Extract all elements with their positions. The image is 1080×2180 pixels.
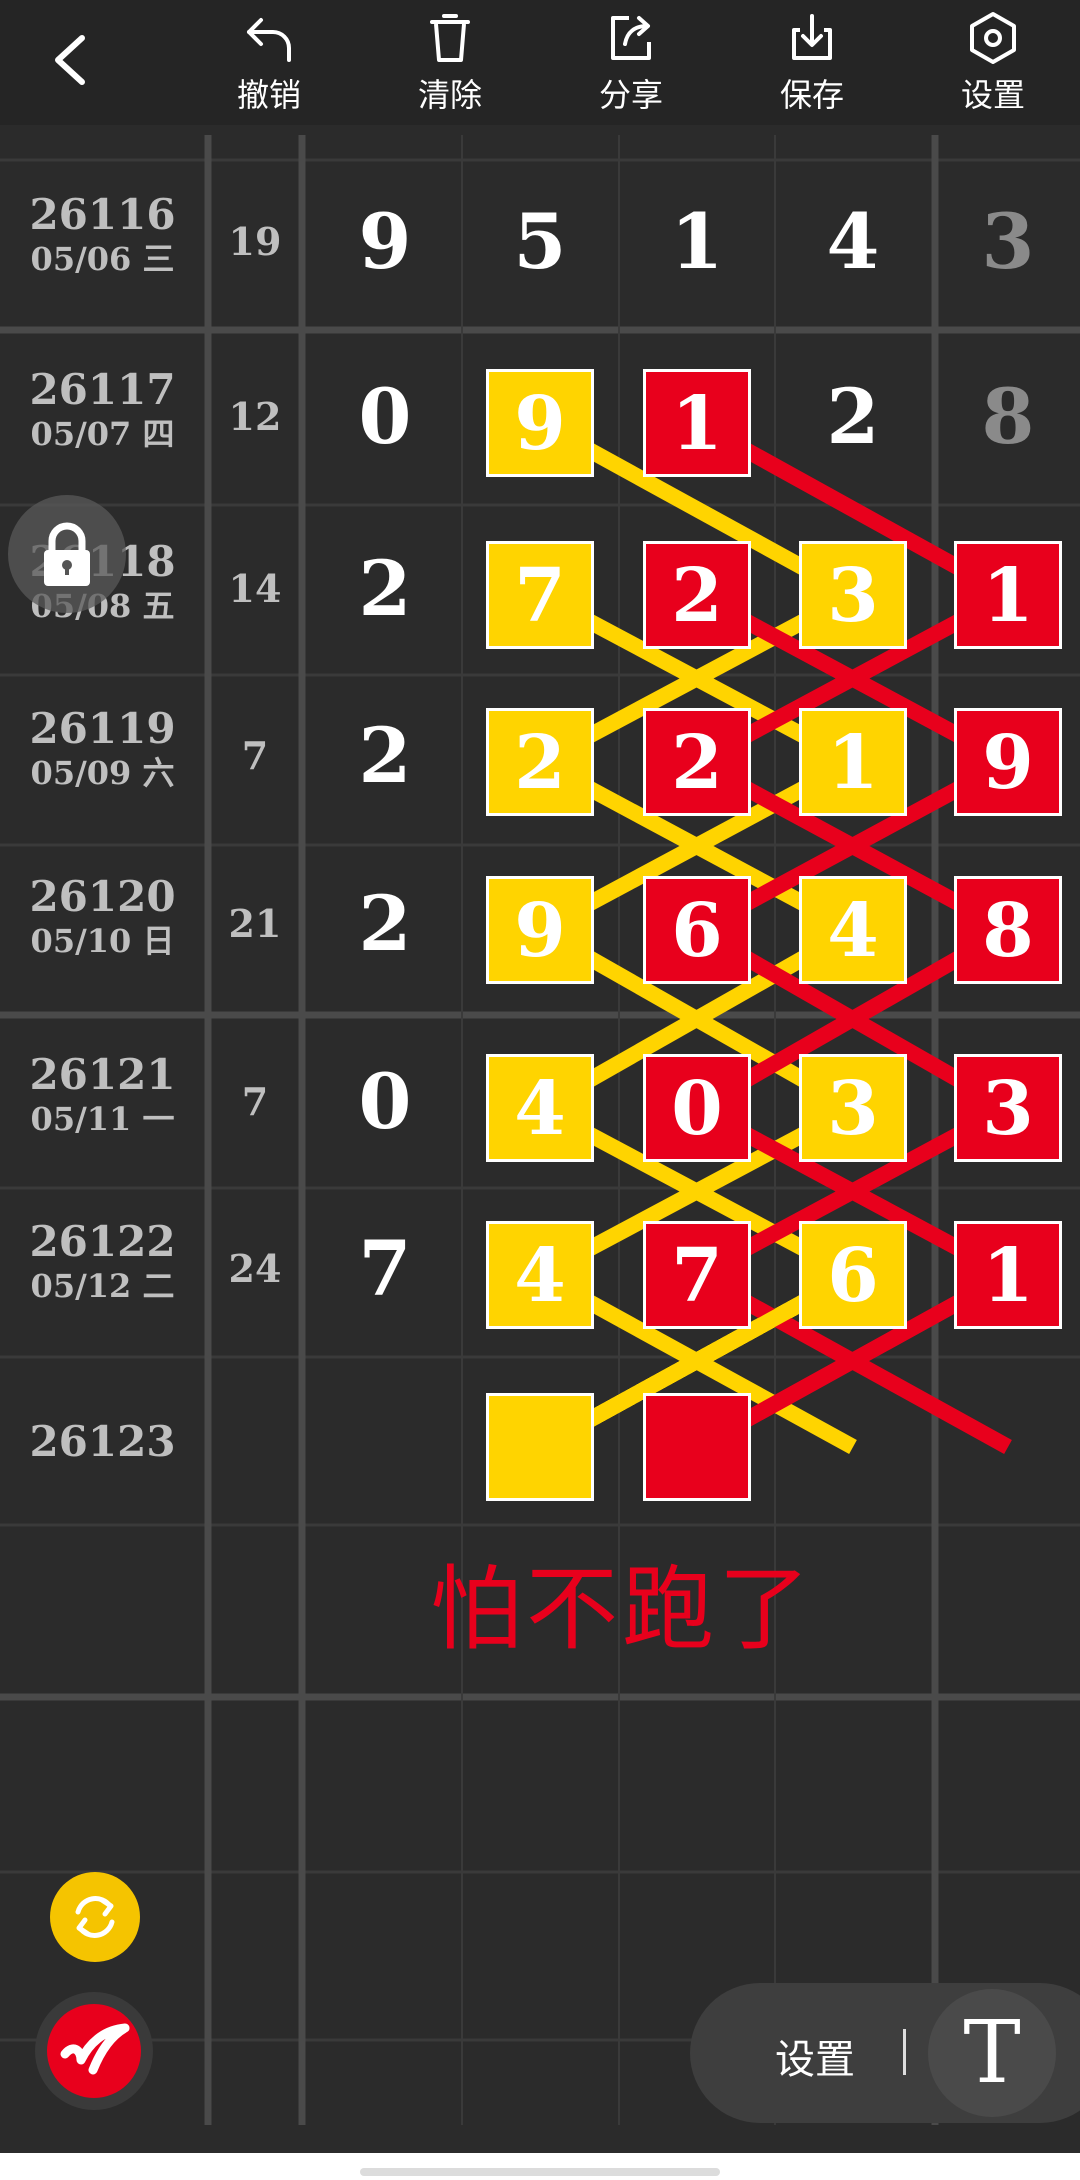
issue-number: 26122 — [29, 1217, 176, 1266]
row-issue-cell: 26122 05/12 二 — [0, 1218, 205, 1306]
yellow-digit-box[interactable]: 6 — [799, 1221, 907, 1329]
digit-value: 1 — [670, 197, 724, 286]
yellow-digit-box[interactable]: 7 — [486, 541, 594, 649]
red-digit-box[interactable]: 1 — [643, 369, 751, 477]
issue-number: 26116 — [29, 190, 176, 239]
row-issue-cell: 26123 — [0, 1418, 205, 1466]
red-digit-box[interactable]: 9 — [954, 708, 1062, 816]
lock-icon — [44, 522, 90, 586]
digit-value: 2 — [358, 544, 412, 633]
red-digit-box[interactable]: 0 — [643, 1054, 751, 1162]
issue-number: 26121 — [29, 1050, 176, 1099]
row-issue-cell: 26117 05/07 四 — [0, 366, 205, 454]
yellow-digit-box[interactable]: 3 — [799, 1054, 907, 1162]
red-digit-box[interactable]: 3 — [954, 1054, 1062, 1162]
red-digit-box[interactable]: 7 — [643, 1221, 751, 1329]
yellow-digit-box[interactable]: 2 — [486, 708, 594, 816]
digit-value: 2 — [358, 711, 412, 800]
digit-value: 2 — [826, 372, 880, 461]
yellow-digit-box[interactable]: 9 — [486, 876, 594, 984]
sum-value: 21 — [228, 901, 282, 946]
digit-value: 2 — [358, 879, 412, 968]
issue-date: 05/12 二 — [30, 1267, 175, 1305]
row-issue-cell: 26116 05/06 三 — [0, 191, 205, 279]
sum-value: 12 — [228, 394, 282, 439]
sum-value: 24 — [228, 1246, 282, 1291]
red-digit-box[interactable]: 2 — [643, 708, 751, 816]
issue-number: 26120 — [29, 872, 176, 921]
red-digit-box[interactable]: 1 — [954, 541, 1062, 649]
bottom-settings-button[interactable]: 设置 — [775, 2027, 855, 2085]
bottom-tool-pill: 设置 T — [690, 1983, 1080, 2123]
yellow-digit-box[interactable]: 4 — [486, 1221, 594, 1329]
yellow-digit-box[interactable]: 4 — [486, 1054, 594, 1162]
issue-date: 05/11 一 — [30, 1100, 175, 1138]
sum-value: 14 — [228, 566, 282, 611]
row-issue-cell: 26120 05/10 日 — [0, 873, 205, 961]
app-logo-icon — [47, 2004, 141, 2098]
home-indicator[interactable] — [360, 2168, 720, 2176]
divider — [903, 2029, 906, 2075]
issue-number: 26123 — [29, 1417, 176, 1466]
issue-date: 05/10 日 — [30, 922, 175, 960]
sum-value: 19 — [228, 219, 282, 264]
yellow-digit-box[interactable]: 1 — [799, 708, 907, 816]
sum-value: 7 — [241, 1079, 269, 1124]
issue-number: 26119 — [29, 704, 176, 753]
red-digit-box[interactable]: 1 — [954, 1221, 1062, 1329]
digit-value: 8 — [981, 372, 1035, 461]
annotation-text: 怕不跑了 — [430, 1556, 815, 1663]
sum-value: 7 — [241, 733, 269, 778]
digit-value: 4 — [826, 197, 880, 286]
app-logo-button[interactable] — [35, 1992, 153, 2110]
red-digit-box[interactable] — [643, 1393, 751, 1501]
digit-value: 3 — [981, 197, 1035, 286]
text-tool-icon: T — [963, 2003, 1021, 2103]
yellow-digit-box[interactable]: 9 — [486, 369, 594, 477]
yellow-digit-box[interactable]: 3 — [799, 541, 907, 649]
issue-date: 05/07 四 — [30, 415, 175, 453]
lock-button[interactable] — [8, 495, 126, 613]
digit-value: 0 — [358, 372, 412, 461]
row-issue-cell: 26119 05/09 六 — [0, 705, 205, 793]
yellow-digit-box[interactable] — [486, 1393, 594, 1501]
yellow-digit-box[interactable]: 4 — [799, 876, 907, 984]
red-digit-box[interactable]: 6 — [643, 876, 751, 984]
refresh-button[interactable] — [50, 1872, 140, 1962]
text-tool-button[interactable]: T — [928, 1989, 1056, 2117]
digit-value: 9 — [358, 197, 412, 286]
digit-value: 0 — [358, 1057, 412, 1146]
row-issue-cell: 26121 05/11 一 — [0, 1051, 205, 1139]
issue-date: 05/06 三 — [30, 240, 175, 278]
digit-value: 5 — [513, 197, 567, 286]
issue-number: 26117 — [29, 365, 176, 414]
red-digit-box[interactable]: 2 — [643, 541, 751, 649]
digit-value: 7 — [358, 1224, 412, 1313]
red-digit-box[interactable]: 8 — [954, 876, 1062, 984]
issue-date: 05/09 六 — [30, 754, 175, 792]
refresh-icon — [75, 1896, 115, 1938]
